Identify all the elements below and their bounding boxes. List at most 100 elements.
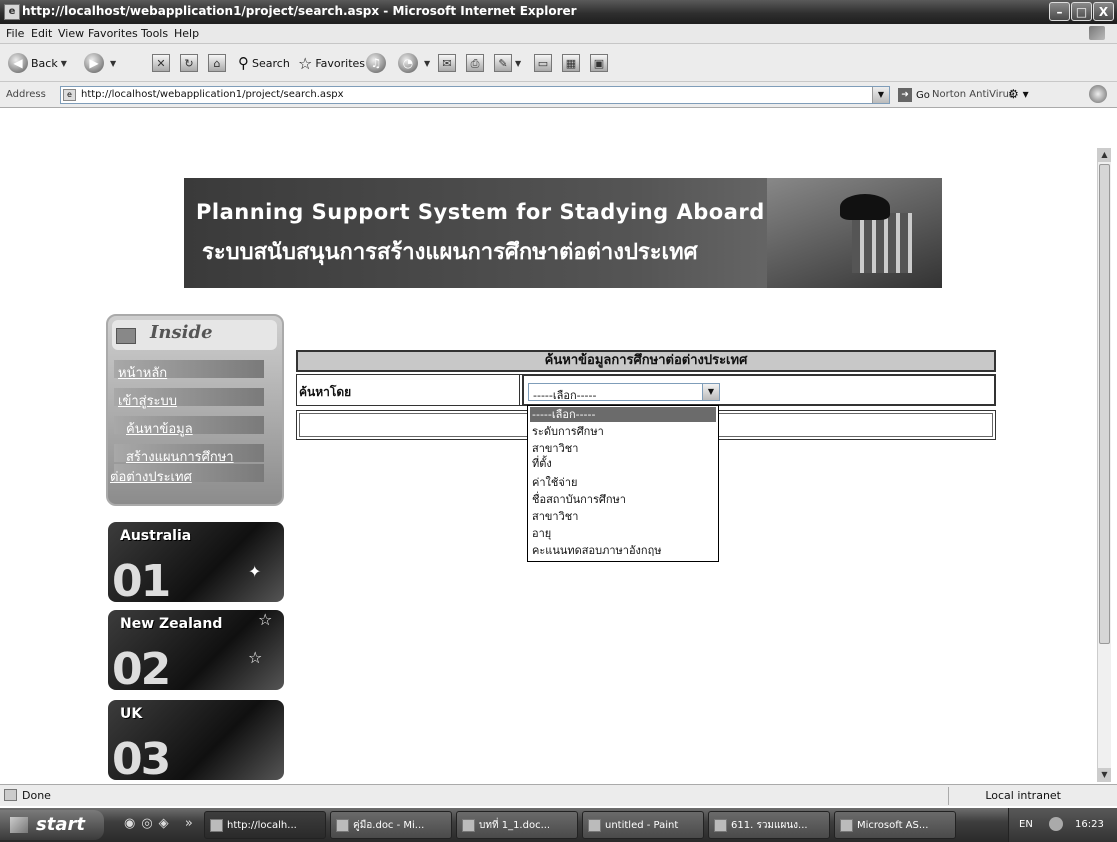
- address-dropdown-icon[interactable]: ▼: [872, 87, 889, 103]
- menu-help[interactable]: Help: [174, 27, 199, 40]
- menu-view[interactable]: View: [58, 27, 84, 40]
- taskbar-item-611[interactable]: 611. รวมแผนง...: [708, 811, 830, 839]
- menu-edit[interactable]: Edit: [31, 27, 52, 40]
- country-number: 02: [112, 644, 171, 690]
- search-by-label: ค้นหาโดย: [299, 385, 352, 399]
- history-icon: ◔: [398, 53, 418, 73]
- country-name: UK: [120, 706, 143, 722]
- program-icon: [714, 819, 727, 832]
- sidebar-header: Inside: [112, 320, 277, 350]
- scroll-down-icon[interactable]: ▼: [1098, 768, 1111, 782]
- favorites-star-icon: ☆: [298, 53, 313, 73]
- clock: 16:23: [1075, 819, 1104, 830]
- discuss-button[interactable]: ▭: [534, 52, 552, 74]
- option-expenses[interactable]: ค่าใช้จ่าย: [530, 475, 716, 490]
- favorites-label: Favorites: [315, 56, 366, 70]
- print-button[interactable]: ⎙: [466, 52, 484, 74]
- option-field-of-study-2[interactable]: สาขาวิชา: [530, 509, 716, 524]
- sidebar-item-home[interactable]: หน้าหลัก: [118, 362, 167, 383]
- tray-icon[interactable]: [1049, 817, 1063, 831]
- research-button[interactable]: ▦: [562, 52, 580, 74]
- vertical-scrollbar[interactable]: ▲ ▼: [1097, 148, 1111, 782]
- taskbar: start ◉◎◈ » http://localh... คู่มือ.doc …: [0, 808, 1117, 842]
- country-banner-uk[interactable]: UK 03: [108, 700, 284, 780]
- sidebar-item-create-plan-2[interactable]: ต่อต่างประเทศ: [110, 466, 192, 487]
- mail-button[interactable]: ✉: [438, 52, 456, 74]
- menu-tools[interactable]: Tools: [141, 27, 168, 40]
- scroll-up-icon[interactable]: ▲: [1098, 148, 1111, 162]
- search-label: Search: [252, 56, 290, 70]
- windows-flag-icon: [10, 817, 28, 833]
- menu-favorites[interactable]: Favorites: [88, 27, 138, 40]
- taskbar-item-word-manual[interactable]: คู่มือ.doc - Mi...: [330, 811, 452, 839]
- option-institution-name[interactable]: ชื่อสถาบันการศึกษา: [530, 492, 716, 507]
- graduate-cap-icon: [840, 194, 890, 220]
- norton-icon[interactable]: ⚙ ▾: [1008, 87, 1029, 101]
- taskbar-item-ie[interactable]: http://localh...: [204, 811, 326, 839]
- zone-text: Local intranet: [985, 789, 1061, 802]
- start-button[interactable]: start: [0, 810, 104, 840]
- option-age[interactable]: อายุ: [530, 526, 716, 541]
- media-button[interactable]: ♫: [366, 52, 389, 74]
- sidebar-item-login[interactable]: เข้าสู่ระบบ: [118, 390, 177, 411]
- home-icon: ⌂: [208, 54, 226, 72]
- edit-icon: ✎: [494, 54, 512, 72]
- forward-arrow-icon: ▶: [84, 53, 104, 73]
- taskbar-item-paint[interactable]: untitled - Paint: [582, 811, 704, 839]
- building-image: [852, 213, 912, 273]
- option-location[interactable]: ที่ตั้ง: [530, 456, 716, 471]
- taskbar-item-microsoft-as[interactable]: Microsoft AS...: [834, 811, 956, 839]
- search-row: ค้นหาโดย -----เลือก----- ▼: [296, 374, 996, 406]
- paint-icon: [588, 819, 601, 832]
- go-label: Go: [916, 89, 930, 101]
- menu-bar: File Edit View Favorites Tools Help: [0, 24, 1117, 44]
- go-button[interactable]: ➜ Go: [898, 87, 930, 103]
- option-select[interactable]: -----เลือก-----: [530, 407, 716, 422]
- address-label: Address: [6, 89, 46, 100]
- star-icon: ☆: [258, 610, 273, 629]
- edit-dropdown-icon: ▼: [515, 58, 522, 68]
- back-button[interactable]: ◀ Back ▼: [8, 52, 67, 74]
- forward-button[interactable]: ▶ ▼: [84, 52, 116, 74]
- home-button[interactable]: ⌂: [208, 52, 226, 74]
- taskbar-item-word-chapter[interactable]: บทที่ 1_1.doc...: [456, 811, 578, 839]
- search-select-value: -----เลือก-----: [533, 389, 597, 402]
- menu-file[interactable]: File: [6, 27, 24, 40]
- window-titlebar: e http://localhost/webapplication1/proje…: [0, 0, 1117, 24]
- search-by-select[interactable]: -----เลือก----- ▼: [528, 383, 720, 402]
- chevron-down-icon[interactable]: ▼: [702, 384, 719, 400]
- sidebar-item-create-plan[interactable]: สร้างแผนการศึกษา: [126, 446, 234, 467]
- maximize-button[interactable]: □: [1071, 2, 1092, 21]
- sidebar-item-search[interactable]: ค้นหาข้อมูล: [126, 418, 193, 439]
- close-button[interactable]: X: [1093, 2, 1114, 21]
- refresh-button[interactable]: ↻: [180, 52, 198, 74]
- option-field-of-study[interactable]: สาขาวิชา: [530, 441, 716, 456]
- window-title: http://localhost/webapplication1/project…: [22, 4, 577, 18]
- favorites-button[interactable]: ☆ Favorites: [298, 52, 365, 74]
- edit-button[interactable]: ✎ ▼: [494, 52, 521, 74]
- back-label: Back: [31, 56, 58, 70]
- page-icon: e: [63, 89, 76, 101]
- page-done-icon: [4, 789, 17, 801]
- language-indicator[interactable]: EN: [1019, 819, 1033, 830]
- address-input[interactable]: e http://localhost/webapplication1/proje…: [60, 86, 890, 104]
- minimize-button[interactable]: –: [1049, 2, 1070, 21]
- task-label: untitled - Paint: [605, 820, 679, 831]
- banner-title-en: Planning Support System for Stadying Abo…: [196, 200, 765, 224]
- history-button[interactable]: ◔ ▼: [398, 52, 430, 74]
- country-banner-australia[interactable]: Australia 01 ✦: [108, 522, 284, 602]
- messenger-button[interactable]: ▣: [590, 52, 608, 74]
- links-icon[interactable]: [1089, 85, 1107, 103]
- history-dropdown-icon: ▼: [424, 58, 431, 68]
- quick-launch-icons[interactable]: ◉◎◈ »: [124, 816, 199, 831]
- option-english-score[interactable]: คะแนนทดสอบภาษาอังกฤษ: [530, 543, 716, 558]
- stop-button[interactable]: ✕: [152, 52, 170, 74]
- scroll-thumb[interactable]: [1099, 164, 1110, 644]
- start-label: start: [36, 814, 85, 835]
- country-banner-new-zealand[interactable]: New Zealand 02 ☆ ☆: [108, 610, 284, 690]
- search-button[interactable]: ⚲ Search: [238, 52, 290, 74]
- ie-icon: e: [4, 4, 20, 20]
- option-education-level[interactable]: ระดับการศึกษา: [530, 424, 716, 439]
- country-name: Australia: [120, 528, 192, 544]
- media-icon: ♫: [366, 53, 386, 73]
